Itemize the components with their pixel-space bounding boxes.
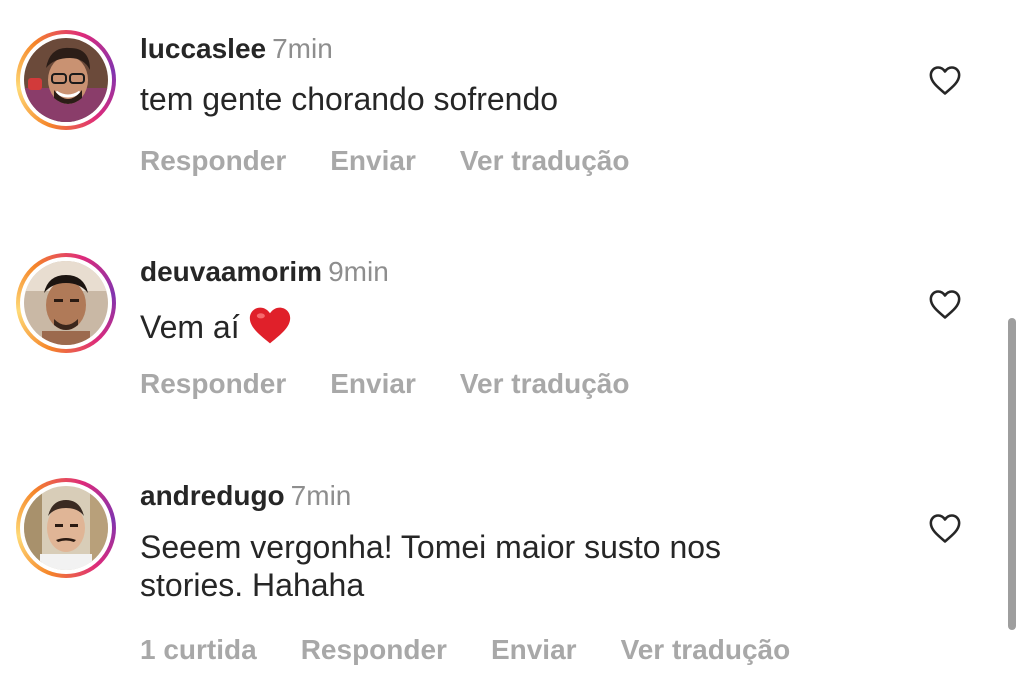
send-button[interactable]: Enviar (491, 634, 577, 665)
comment-text: Vem aí (140, 304, 900, 346)
avatar-photo (24, 261, 108, 345)
reply-button[interactable]: Responder (301, 634, 447, 665)
comment-text-line: Seeem vergonha! Tomei maior susto nos (140, 529, 722, 565)
see-translation-button[interactable]: Ver tradução (621, 634, 791, 665)
reply-button[interactable]: Responder (140, 145, 286, 176)
avatar-photo (24, 486, 108, 570)
comment-actions: Responder Enviar Ver tradução (140, 367, 674, 401)
timestamp: 9min (328, 256, 389, 287)
avatar[interactable] (16, 478, 116, 578)
comment-actions: Responder Enviar Ver tradução (140, 144, 674, 178)
comment-header: luccaslee 7min (140, 32, 333, 66)
username[interactable]: andredugo (140, 480, 285, 511)
heart-outline-icon[interactable] (928, 288, 962, 320)
username[interactable]: deuvaamorim (140, 256, 322, 287)
heart-outline-icon[interactable] (928, 64, 962, 96)
username[interactable]: luccaslee (140, 33, 266, 64)
reply-button[interactable]: Responder (140, 368, 286, 399)
comments-screen: luccaslee 7min tem gente chorando sofrend… (0, 0, 1024, 697)
timestamp: 7min (272, 33, 333, 64)
see-translation-button[interactable]: Ver tradução (460, 368, 630, 399)
timestamp: 7min (290, 480, 352, 511)
heart-outline-icon[interactable] (928, 512, 962, 544)
comment-header: deuvaamorim 9min (140, 255, 389, 289)
comment-text-line: stories. Hahaha (140, 567, 365, 603)
scrollbar[interactable] (1008, 318, 1016, 630)
send-button[interactable]: Enviar (330, 145, 416, 176)
comment-actions: 1 curtida Responder Enviar Ver tradução (140, 633, 834, 667)
comment-text-content: Vem aí (140, 309, 240, 345)
avatar-photo (24, 38, 108, 122)
avatar[interactable] (16, 30, 116, 130)
likes-count[interactable]: 1 curtida (140, 634, 257, 665)
red-heart-emoji (249, 307, 290, 344)
comment-header: andredugo 7min (140, 479, 351, 513)
send-button[interactable]: Enviar (330, 368, 416, 399)
comment-text: Seeem vergonha! Tomei maior susto nos st… (140, 528, 900, 604)
comment-text: tem gente chorando sofrendo (140, 81, 559, 117)
see-translation-button[interactable]: Ver tradução (460, 145, 630, 176)
avatar[interactable] (16, 253, 116, 353)
